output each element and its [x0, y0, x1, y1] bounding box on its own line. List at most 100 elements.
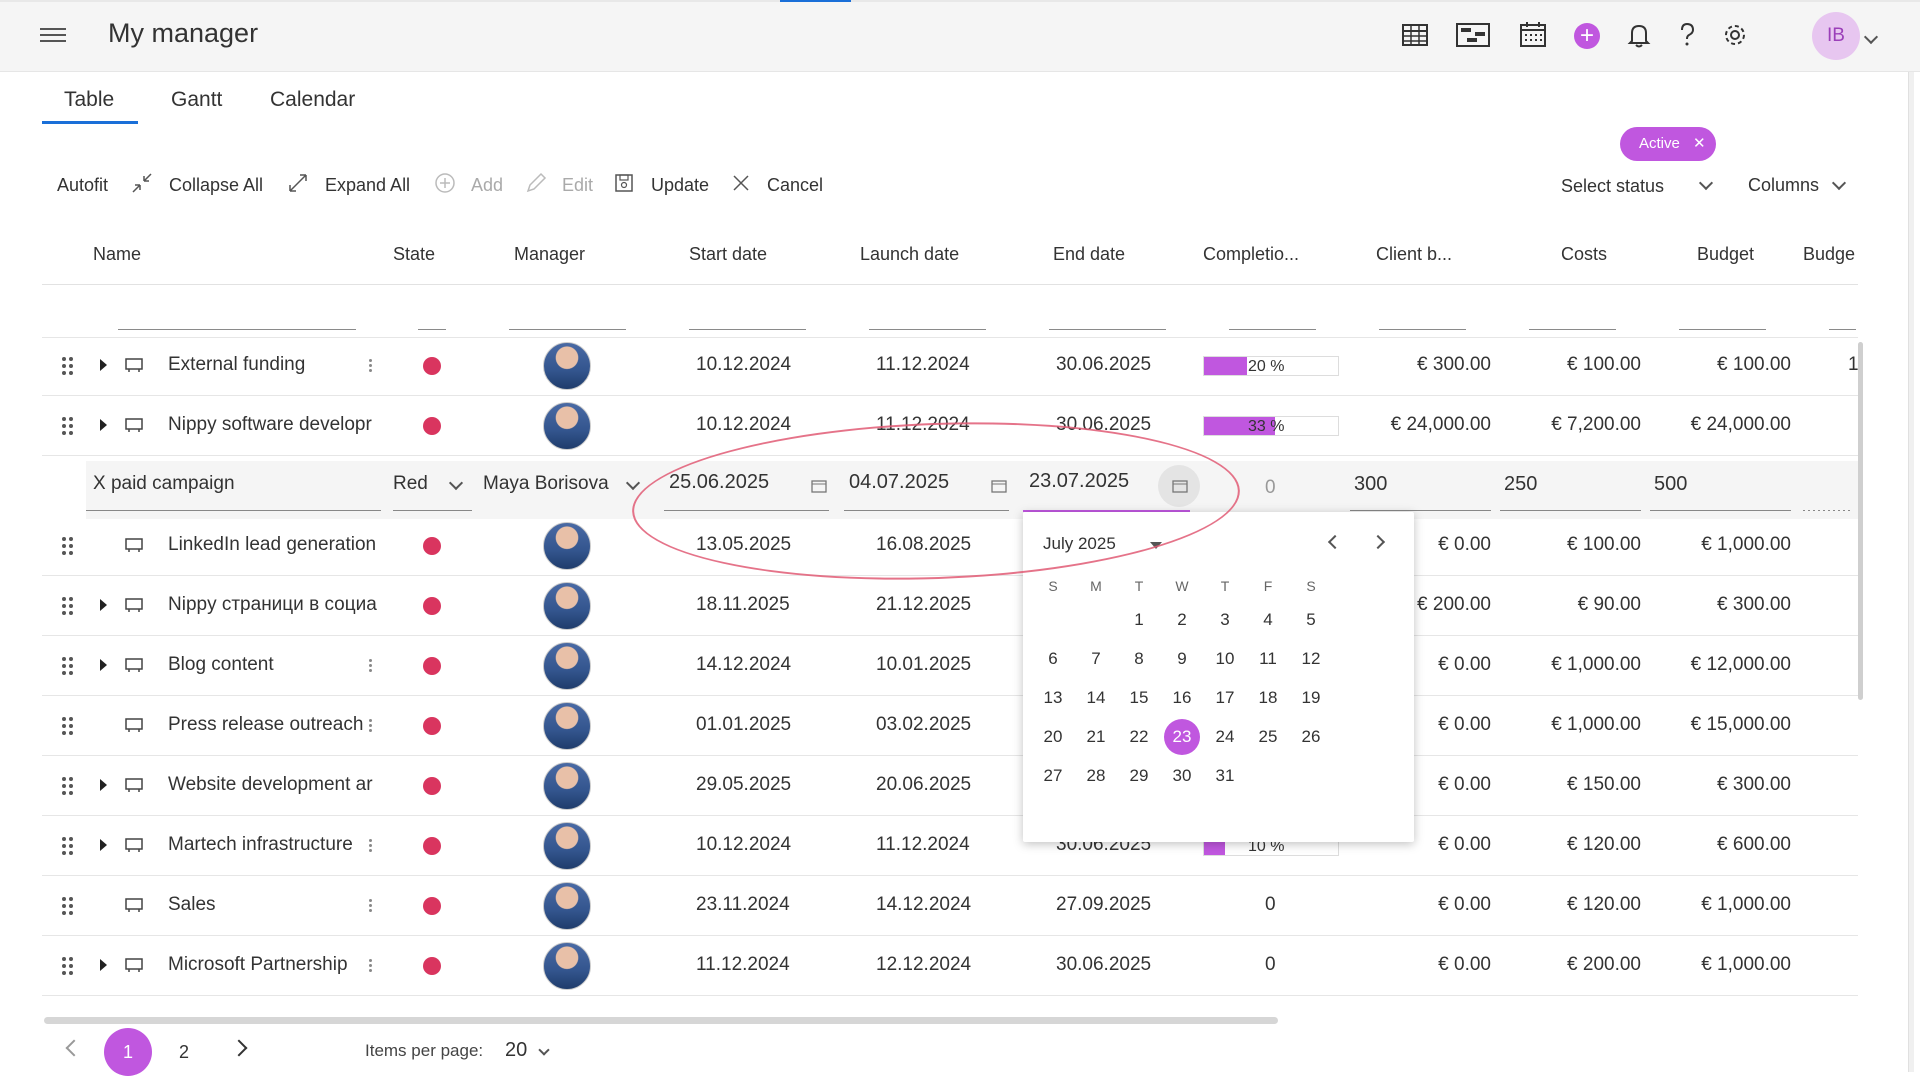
more-options-icon[interactable]: [369, 659, 373, 673]
column-header-budget[interactable]: Budget: [1697, 244, 1754, 265]
filter-start-input[interactable]: [689, 329, 806, 330]
table-view-icon[interactable]: [1400, 20, 1430, 50]
more-options-icon[interactable]: [369, 899, 373, 913]
column-header-launch-date[interactable]: Launch date: [860, 244, 959, 265]
task-name[interactable]: Nippy страници в социа: [168, 594, 382, 616]
more-options-icon[interactable]: [369, 359, 373, 373]
expand-row-icon[interactable]: [100, 959, 107, 971]
next-month-icon[interactable]: [1370, 534, 1386, 550]
calendar-day[interactable]: 2: [1164, 602, 1200, 638]
drag-handle-icon[interactable]: [62, 357, 74, 375]
cancel-button[interactable]: Cancel: [767, 175, 823, 196]
filter-state-input[interactable]: [418, 329, 446, 330]
menu-icon[interactable]: [40, 24, 66, 48]
calendar-day[interactable]: 21: [1078, 719, 1114, 755]
column-header-name[interactable]: Name: [93, 244, 141, 265]
update-button[interactable]: Update: [651, 175, 709, 196]
edit-icon[interactable]: [525, 172, 547, 194]
filter-end-input[interactable]: [1049, 329, 1166, 330]
edit-name-input[interactable]: X paid campaign: [93, 473, 235, 495]
page-scrollbar[interactable]: [1908, 72, 1914, 1072]
vertical-scrollbar[interactable]: [1858, 342, 1863, 700]
calendar-day[interactable]: 24: [1207, 719, 1243, 755]
calendar-day[interactable]: 7: [1078, 641, 1114, 677]
add-button[interactable]: Add: [471, 175, 503, 196]
filter-budget2-input[interactable]: [1829, 329, 1856, 330]
autofit-button[interactable]: Autofit: [57, 175, 108, 196]
tab-calendar[interactable]: Calendar: [270, 88, 355, 112]
horizontal-scrollbar[interactable]: [44, 1017, 1278, 1024]
task-name[interactable]: Microsoft Partnership: [168, 954, 382, 976]
drag-handle-icon[interactable]: [62, 837, 74, 855]
calendar-day[interactable]: 15: [1121, 680, 1157, 716]
task-name[interactable]: LinkedIn lead generation: [168, 534, 382, 556]
calendar-day[interactable]: 16: [1164, 680, 1200, 716]
columns-dropdown[interactable]: Columns: [1748, 175, 1819, 196]
task-name[interactable]: Press release outreach: [168, 714, 382, 736]
tab-gantt[interactable]: Gantt: [171, 88, 222, 112]
expand-all-icon[interactable]: [287, 172, 309, 194]
chevron-down-icon[interactable]: [1831, 175, 1847, 191]
column-header-costs[interactable]: Costs: [1561, 244, 1607, 265]
filter-manager-input[interactable]: [509, 329, 626, 330]
drag-handle-icon[interactable]: [62, 417, 74, 435]
chevron-down-icon[interactable]: [1698, 175, 1714, 191]
edit-budget-input[interactable]: 500: [1654, 473, 1687, 496]
calendar-day[interactable]: 4: [1250, 602, 1286, 638]
filter-client-input[interactable]: [1379, 329, 1466, 330]
expand-row-icon[interactable]: [100, 659, 107, 671]
collapse-all-button[interactable]: Collapse All: [169, 175, 263, 196]
settings-icon[interactable]: [1720, 20, 1750, 50]
calendar-day[interactable]: 17: [1207, 680, 1243, 716]
page-2-button[interactable]: 2: [160, 1028, 208, 1076]
edit-manager-select[interactable]: Maya Borisova: [483, 473, 609, 495]
user-avatar[interactable]: IB: [1812, 12, 1860, 60]
calendar-day[interactable]: 18: [1250, 680, 1286, 716]
column-header-completion[interactable]: Completio...: [1203, 244, 1299, 265]
expand-row-icon[interactable]: [100, 839, 107, 851]
drag-handle-icon[interactable]: [62, 537, 74, 555]
task-name[interactable]: Sales: [168, 894, 382, 916]
calendar-day[interactable]: 5: [1293, 602, 1329, 638]
calendar-day[interactable]: 1: [1121, 602, 1157, 638]
drag-handle-icon[interactable]: [62, 597, 74, 615]
task-name[interactable]: Nippy software developr: [168, 414, 382, 436]
more-options-icon[interactable]: [369, 959, 373, 973]
expand-row-icon[interactable]: [100, 419, 107, 431]
expand-row-icon[interactable]: [100, 599, 107, 611]
calendar-day[interactable]: 13: [1035, 680, 1071, 716]
task-name[interactable]: Blog content: [168, 654, 382, 676]
column-header-manager[interactable]: Manager: [514, 244, 585, 265]
calendar-day[interactable]: 9: [1164, 641, 1200, 677]
bell-icon[interactable]: [1624, 20, 1654, 50]
edit-costs-input[interactable]: 250: [1504, 473, 1537, 496]
calendar-day[interactable]: 11: [1250, 641, 1286, 677]
filter-chip-active[interactable]: Active ✕: [1620, 127, 1716, 161]
calendar-day[interactable]: 3: [1207, 602, 1243, 638]
drag-handle-icon[interactable]: [62, 657, 74, 675]
calendar-day[interactable]: 8: [1121, 641, 1157, 677]
board-view-icon[interactable]: [1455, 20, 1491, 50]
filter-budget-input[interactable]: [1679, 329, 1766, 330]
filter-name-input[interactable]: [118, 329, 356, 330]
calendar-day[interactable]: 19: [1293, 680, 1329, 716]
items-per-page-select[interactable]: 20: [505, 1039, 527, 1062]
calendar-day[interactable]: 29: [1121, 758, 1157, 794]
column-header-state[interactable]: State: [393, 244, 435, 265]
cancel-icon[interactable]: [730, 172, 752, 194]
calendar-view-icon[interactable]: [1518, 20, 1548, 50]
chevron-down-icon[interactable]: [538, 1044, 550, 1056]
previous-page-icon[interactable]: [65, 1039, 83, 1057]
add-icon[interactable]: +: [1574, 23, 1600, 49]
tab-table[interactable]: Table: [64, 88, 114, 112]
more-options-icon[interactable]: [369, 839, 373, 853]
edit-client-budget-input[interactable]: 300: [1354, 473, 1387, 496]
previous-month-icon[interactable]: [1327, 534, 1343, 550]
selected-day[interactable]: 23: [1164, 719, 1200, 755]
calendar-day[interactable]: 10: [1207, 641, 1243, 677]
help-icon[interactable]: [1672, 20, 1702, 50]
next-page-icon[interactable]: [230, 1039, 248, 1057]
column-header-budget-2[interactable]: Budge: [1803, 244, 1855, 265]
edit-state-select[interactable]: Red: [393, 473, 428, 495]
column-header-client-budget[interactable]: Client b...: [1376, 244, 1452, 265]
